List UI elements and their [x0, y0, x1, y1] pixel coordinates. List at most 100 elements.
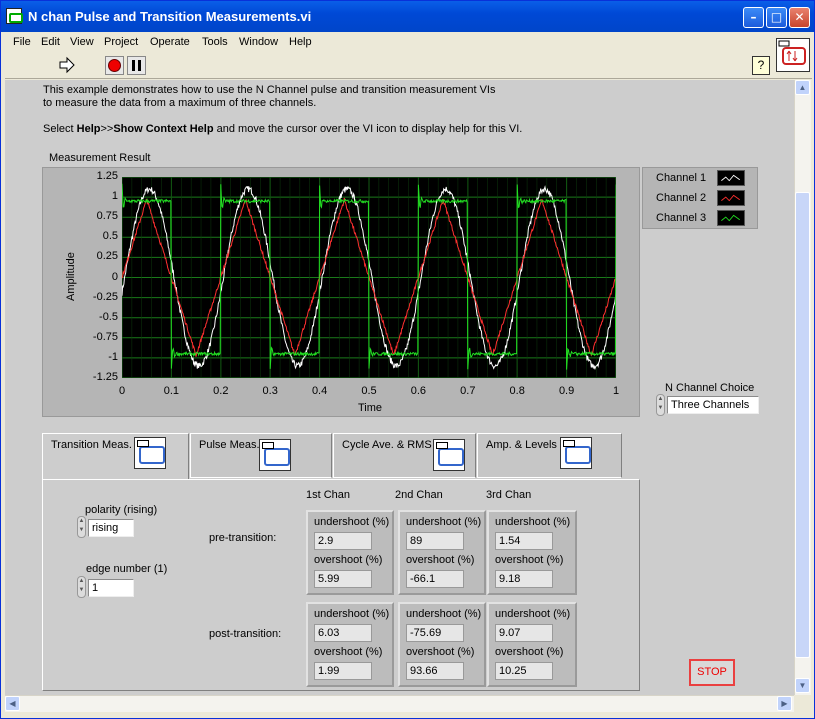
description-line-2: to measure the data from a maximum of th…: [43, 97, 317, 109]
overshoot-label: overshoot (%): [314, 554, 383, 566]
menu-window[interactable]: Window: [239, 36, 278, 48]
undershoot-label: undershoot (%): [406, 516, 482, 528]
menu-tools[interactable]: Tools: [202, 36, 228, 48]
nchannel-select[interactable]: Three Channels: [667, 396, 759, 414]
legend-item-channel-2[interactable]: Channel 2: [643, 188, 759, 208]
pause-icon[interactable]: [127, 56, 146, 75]
overshoot-value: 5.99: [314, 570, 372, 588]
y-tick-label: 0: [111, 270, 118, 283]
overshoot-value: 1.99: [314, 662, 372, 680]
polarity-label: polarity (rising): [85, 504, 158, 516]
edge-number-label: edge number (1): [86, 563, 168, 575]
nchannel-label: N Channel Choice: [665, 382, 755, 394]
plot-area[interactable]: [122, 177, 616, 378]
overshoot-value: -66.1: [406, 570, 464, 588]
amp-levels-icon: [560, 437, 592, 469]
x-tick-label: 0.6: [410, 385, 427, 397]
undershoot-value: 2.9: [314, 532, 372, 550]
scroll-left-icon[interactable]: ◀: [5, 696, 20, 711]
y-tick-label: 0.75: [96, 210, 118, 223]
graph-label: Measurement Result: [49, 152, 151, 164]
legend-item-channel-3[interactable]: Channel 3: [643, 208, 759, 228]
overshoot-value: 93.66: [406, 662, 464, 680]
tab-amp-levels[interactable]: Amp. & Levels: [477, 433, 622, 478]
y-tick-label: -0.75: [92, 330, 118, 343]
pre-transition-cluster-1: undershoot (%) 2.9 overshoot (%) 5.99: [306, 510, 394, 595]
tab-transition-meas[interactable]: Transition Meas.: [42, 433, 189, 480]
menu-operate[interactable]: Operate: [150, 36, 190, 48]
legend-swatch-1: [717, 170, 745, 186]
abort-icon[interactable]: [105, 56, 124, 75]
y-tick-label: 0.5: [102, 230, 118, 243]
vertical-scrollbar[interactable]: ▲ ▼: [794, 80, 811, 695]
vi-app-icon: [6, 8, 23, 24]
undershoot-label: undershoot (%): [314, 608, 390, 620]
x-tick-label: 0.3: [262, 385, 278, 397]
post-transition-cluster-3: undershoot (%) 9.07 overshoot (%) 10.25: [487, 602, 577, 687]
x-tick-label: 0.2: [213, 385, 229, 397]
tab-pulse-meas[interactable]: Pulse Meas.: [190, 433, 332, 478]
undershoot-value: 1.54: [495, 532, 553, 550]
run-arrow-icon[interactable]: [57, 56, 76, 75]
y-tick-label: -1: [108, 350, 118, 363]
minimize-button[interactable]: –: [743, 7, 764, 28]
maximize-button[interactable]: □: [766, 7, 787, 28]
menu-help[interactable]: Help: [289, 36, 312, 48]
menu-view[interactable]: View: [70, 36, 94, 48]
polarity-select[interactable]: rising: [88, 519, 134, 537]
y-tick-label: 1.25: [96, 170, 118, 182]
x-tick-label: 0.1: [163, 385, 180, 397]
edge-number-input[interactable]: 1: [88, 579, 134, 597]
polarity-spinner[interactable]: ▲ ▼: [77, 516, 86, 538]
y-tick-label: 0.25: [96, 250, 118, 263]
title-bar[interactable]: N chan Pulse and Transition Measurements…: [1, 1, 814, 32]
vi-window: N chan Pulse and Transition Measurements…: [0, 0, 815, 719]
overshoot-label: overshoot (%): [406, 646, 475, 658]
y-tick-label: 1: [111, 190, 118, 203]
undershoot-label: undershoot (%): [406, 608, 482, 620]
x-tick-label: 0.8: [509, 385, 525, 397]
transition-meas-icon: [134, 437, 166, 469]
scroll-up-icon[interactable]: ▲: [795, 80, 810, 95]
pre-transition-cluster-2: undershoot (%) 89 overshoot (%) -66.1: [398, 510, 486, 595]
horizontal-scrollbar[interactable]: ◀ ▶: [5, 695, 794, 712]
x-tick-label: 0.9: [558, 385, 575, 397]
overshoot-label: overshoot (%): [314, 646, 383, 658]
post-transition-label: post-transition:: [209, 628, 282, 640]
menu-edit[interactable]: Edit: [41, 36, 60, 48]
pulse-meas-icon: [259, 439, 291, 471]
y-axis-label: Amplitude: [65, 252, 77, 301]
stop-button[interactable]: STOP: [689, 659, 735, 686]
legend-item-channel-1[interactable]: Channel 1: [643, 168, 759, 188]
post-transition-cluster-2: undershoot (%) -75.69 overshoot (%) 93.66: [398, 602, 486, 687]
undershoot-label: undershoot (%): [495, 516, 571, 528]
legend-swatch-3: [717, 210, 745, 226]
x-tick-label: 0.7: [460, 385, 476, 397]
pre-transition-cluster-3: undershoot (%) 1.54 overshoot (%) 9.18: [487, 510, 577, 595]
col-3rd-chan: 3rd Chan: [486, 489, 532, 501]
plot-legend[interactable]: Channel 1 Channel 2 Channel 3: [642, 167, 758, 229]
undershoot-value: -75.69: [406, 624, 464, 642]
scroll-right-icon[interactable]: ▶: [777, 696, 792, 711]
menu-bar: File Edit View Project Operate Tools Win…: [5, 33, 812, 53]
overshoot-value: 9.18: [495, 570, 553, 588]
x-axis-label: Time: [358, 402, 383, 414]
tab-cycle-ave-rms[interactable]: Cycle Ave. & RMS: [333, 433, 476, 478]
undershoot-value: 6.03: [314, 624, 372, 642]
close-button[interactable]: ✕: [789, 7, 810, 28]
vi-connector-icon: [776, 38, 810, 72]
legend-swatch-2: [717, 190, 745, 206]
nchannel-spinner[interactable]: ▲ ▼: [656, 394, 665, 416]
vertical-scroll-thumb[interactable]: [795, 192, 810, 658]
y-tick-label: -1.25: [92, 371, 118, 383]
col-2nd-chan: 2nd Chan: [395, 489, 443, 501]
menu-file[interactable]: File: [13, 36, 31, 48]
x-tick-label: 0.5: [361, 385, 377, 397]
x-tick-label: 0: [118, 385, 126, 397]
col-1st-chan: 1st Chan: [306, 489, 351, 501]
undershoot-value: 9.07: [495, 624, 553, 642]
edge-number-spinner[interactable]: ▲ ▼: [77, 576, 86, 598]
scroll-down-icon[interactable]: ▼: [795, 678, 810, 693]
menu-project[interactable]: Project: [104, 36, 138, 48]
context-help-button[interactable]: ?: [752, 56, 770, 75]
